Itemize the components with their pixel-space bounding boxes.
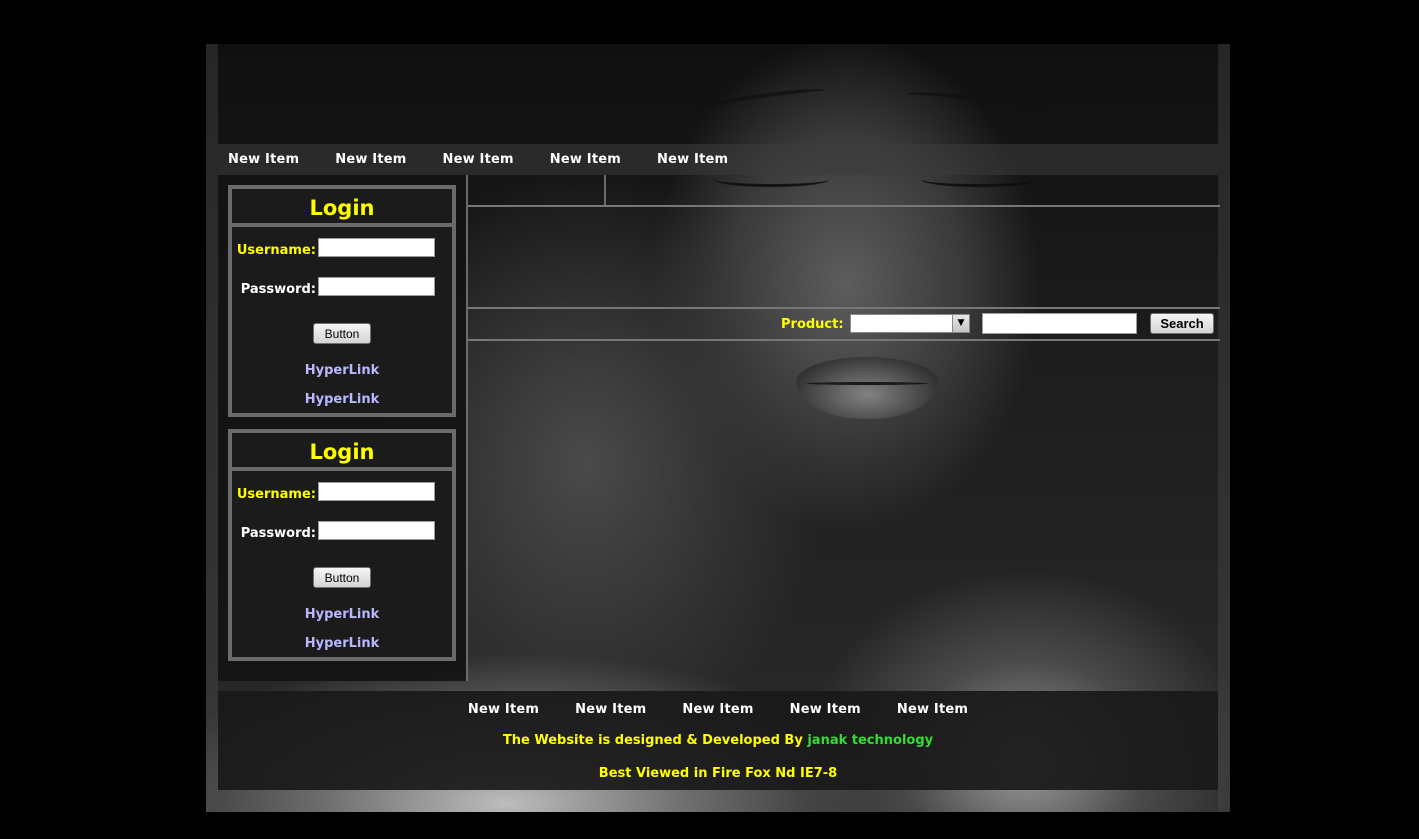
login-title: Login bbox=[232, 189, 452, 227]
login-title: Login bbox=[232, 433, 452, 471]
password-label: Password: bbox=[240, 282, 316, 297]
hyperlink[interactable]: HyperLink bbox=[232, 636, 452, 651]
divider bbox=[604, 175, 606, 205]
main-content: Product: ▼ Search bbox=[466, 175, 1220, 681]
chevron-down-icon[interactable]: ▼ bbox=[952, 315, 969, 332]
divider bbox=[468, 307, 1220, 309]
hyperlink[interactable]: HyperLink bbox=[232, 392, 452, 407]
search-input[interactable] bbox=[982, 313, 1137, 334]
page-container: New Item New Item New Item New Item New … bbox=[206, 44, 1230, 812]
credit-line: The Website is designed & Developed By j… bbox=[218, 733, 1218, 748]
password-label: Password: bbox=[240, 526, 316, 541]
top-nav-item[interactable]: New Item bbox=[550, 152, 621, 167]
login-button[interactable]: Button bbox=[313, 323, 371, 344]
username-input[interactable] bbox=[318, 482, 435, 501]
top-nav-bar: New Item New Item New Item New Item New … bbox=[218, 144, 1218, 175]
login-panel: Login Username: Password: Button HyperLi… bbox=[228, 429, 456, 661]
top-nav-item[interactable]: New Item bbox=[443, 152, 514, 167]
hyperlink[interactable]: HyperLink bbox=[232, 363, 452, 378]
credit-text: The Website is designed & Developed By bbox=[502, 733, 803, 748]
product-select[interactable]: ▼ bbox=[850, 314, 970, 333]
login-panel: Login Username: Password: Button HyperLi… bbox=[228, 185, 456, 417]
footer-nav-item[interactable]: New Item bbox=[790, 702, 861, 717]
login-button[interactable]: Button bbox=[313, 567, 371, 588]
footer-nav-item[interactable]: New Item bbox=[682, 702, 753, 717]
best-viewed-note: Best Viewed in Fire Fox Nd IE7-8 bbox=[598, 766, 838, 781]
footer: New Item New Item New Item New Item New … bbox=[218, 691, 1218, 790]
footer-nav-item[interactable]: New Item bbox=[468, 702, 539, 717]
footer-nav: New Item New Item New Item New Item New … bbox=[218, 691, 1218, 717]
product-label: Product: bbox=[781, 317, 844, 332]
footer-nav-item[interactable]: New Item bbox=[575, 702, 646, 717]
divider bbox=[468, 339, 1220, 341]
username-label: Username: bbox=[236, 243, 316, 258]
username-input[interactable] bbox=[318, 238, 435, 257]
footer-nav-item[interactable]: New Item bbox=[897, 702, 968, 717]
username-label: Username: bbox=[236, 487, 316, 502]
hyperlink[interactable]: HyperLink bbox=[232, 607, 452, 622]
password-input[interactable] bbox=[318, 521, 435, 540]
top-nav-item[interactable]: New Item bbox=[228, 152, 299, 167]
top-nav-item[interactable]: New Item bbox=[335, 152, 406, 167]
left-sidebar: Login Username: Password: Button HyperLi… bbox=[218, 175, 466, 681]
search-button[interactable]: Search bbox=[1150, 313, 1214, 334]
top-nav-item[interactable]: New Item bbox=[657, 152, 728, 167]
left-border-strip bbox=[206, 44, 218, 812]
password-input[interactable] bbox=[318, 277, 435, 296]
credit-company-link[interactable]: janak technology bbox=[807, 733, 933, 748]
divider bbox=[468, 205, 1220, 207]
